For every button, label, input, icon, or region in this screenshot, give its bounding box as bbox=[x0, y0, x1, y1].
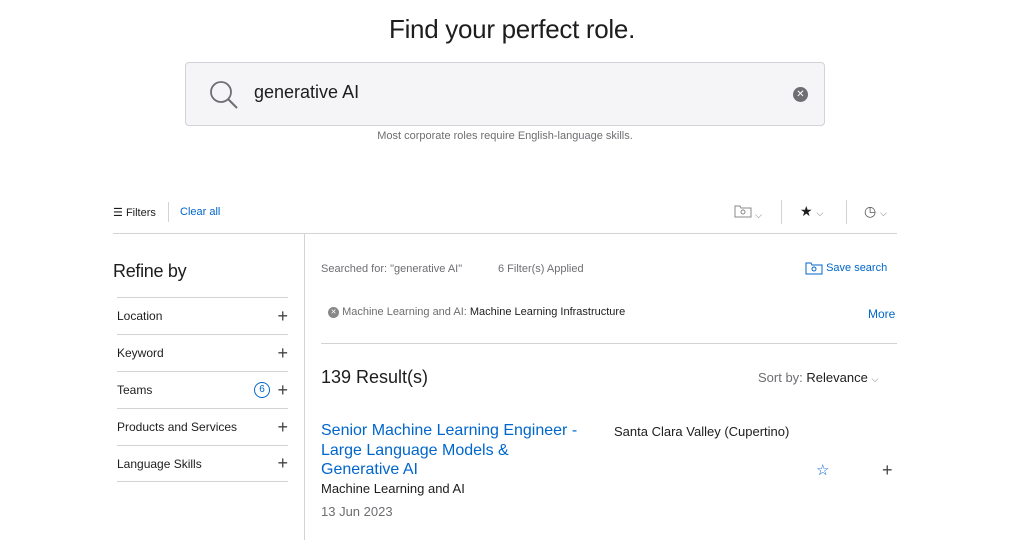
page-title: Find your perfect role. bbox=[389, 14, 635, 44]
item-label: Keyword bbox=[117, 346, 164, 360]
sidebar-item-products-and-services[interactable]: Products and Services + bbox=[117, 408, 288, 445]
clear-search-button[interactable]: ✕ bbox=[793, 87, 808, 102]
plus-icon: + bbox=[277, 416, 288, 437]
saved-searches-dropdown[interactable]: ⌵ bbox=[734, 204, 762, 221]
search-icon bbox=[210, 81, 238, 109]
search-box: ✕ bbox=[185, 62, 825, 126]
chevron-down-icon: ⌵ bbox=[816, 208, 824, 218]
item-label: Teams bbox=[117, 383, 153, 397]
plus-icon: + bbox=[277, 379, 288, 400]
chip-value: Machine Learning Infrastructure bbox=[469, 306, 626, 318]
filters-button[interactable]: ☰ Filters bbox=[113, 206, 156, 219]
divider bbox=[168, 202, 169, 222]
sort-dropdown[interactable]: Sort by: Relevance ⌵ bbox=[758, 370, 878, 385]
sidebar-item-teams[interactable]: Teams 6 + bbox=[117, 371, 288, 408]
sidebar-item-language-skills[interactable]: Language Skills + bbox=[117, 445, 288, 482]
job-title-link[interactable]: Senior Machine Learning Engineer - Large… bbox=[321, 421, 591, 480]
item-label: Products and Services bbox=[117, 420, 238, 434]
save-search-label: Save search bbox=[826, 261, 888, 274]
history-icon: ◷ bbox=[864, 203, 877, 219]
item-label: Location bbox=[117, 309, 163, 323]
chip-category: Machine Learning and AI: bbox=[342, 306, 467, 318]
plus-icon: + bbox=[277, 453, 288, 473]
item-label: Language Skills bbox=[117, 456, 202, 471]
refine-by-heading: Refine by bbox=[113, 261, 187, 281]
divider bbox=[781, 200, 782, 224]
chevron-down-icon: ⌵ bbox=[755, 210, 762, 220]
filters-applied: 6 Filter(s) Applied bbox=[498, 263, 584, 275]
sort-label: Sort by: bbox=[758, 370, 803, 385]
favorite-star-icon[interactable]: ☆ bbox=[816, 461, 829, 479]
more-link[interactable]: More bbox=[868, 307, 895, 321]
clear-all-link[interactable]: Clear all bbox=[180, 206, 220, 218]
save-search-button[interactable]: Save search bbox=[805, 261, 887, 275]
remove-filter-icon[interactable]: ✕ bbox=[328, 307, 339, 318]
history-dropdown[interactable]: ◷ ⌵ bbox=[864, 203, 887, 220]
sidebar-item-keyword[interactable]: Keyword + bbox=[117, 334, 288, 371]
favorites-dropdown[interactable]: ★ ⌵ bbox=[800, 203, 823, 220]
folder-search-icon bbox=[805, 262, 823, 275]
filters-label: Filters bbox=[125, 207, 156, 219]
chevron-down-icon: ⌵ bbox=[880, 208, 887, 218]
chevron-down-icon: ⌵ bbox=[871, 374, 879, 384]
expand-plus-icon[interactable]: + bbox=[882, 460, 893, 481]
job-team: Machine Learning and AI bbox=[321, 481, 465, 496]
sort-value: Relevance bbox=[806, 370, 868, 385]
folder-search-icon bbox=[734, 205, 752, 218]
search-hint: Most corporate roles require English-lan… bbox=[377, 130, 633, 142]
sidebar-item-location[interactable]: Location + bbox=[117, 297, 288, 334]
divider bbox=[321, 343, 897, 344]
plus-icon: + bbox=[277, 342, 288, 363]
plus-icon: + bbox=[277, 305, 288, 326]
sidebar-divider bbox=[304, 234, 305, 540]
star-icon: ★ bbox=[800, 203, 813, 219]
list-icon: ☰ bbox=[113, 207, 123, 219]
search-input[interactable] bbox=[254, 82, 774, 103]
results-count: 139 Result(s) bbox=[321, 367, 429, 387]
filter-chip[interactable]: ✕ Machine Learning and AI: Machine Learn… bbox=[328, 306, 625, 318]
divider bbox=[113, 233, 897, 234]
divider bbox=[846, 200, 847, 224]
count-badge: 6 bbox=[254, 382, 270, 398]
job-date: 13 Jun 2023 bbox=[321, 504, 393, 519]
searched-for: Searched for: "generative AI" bbox=[321, 263, 463, 275]
job-location: Santa Clara Valley (Cupertino) bbox=[614, 424, 790, 439]
